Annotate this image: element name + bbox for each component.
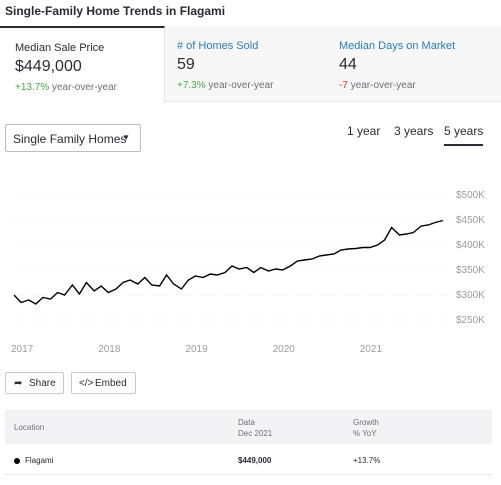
stat-value: 59 xyxy=(177,56,195,73)
table-header: Location Data Dec 2021 Growth % YoY xyxy=(5,410,492,444)
col-data: Data xyxy=(238,418,255,427)
stat-change-value: -7 xyxy=(339,80,348,91)
embed-button[interactable]: </> Embed xyxy=(71,372,136,394)
row-value: $449,000 xyxy=(238,456,272,465)
table-row: Flagami $449,000 +13.7% xyxy=(5,450,492,475)
y-tick-label: $250K xyxy=(456,315,485,326)
stat-change-value: +7.3% xyxy=(177,80,206,91)
share-label: Share xyxy=(29,378,56,389)
stat-median-sale-price[interactable]: Median Sale Price $449,000 +13.7% year-o… xyxy=(0,26,165,102)
col-growth: Growth xyxy=(353,418,379,427)
stat-change-value: +13.7% xyxy=(15,82,50,93)
stats-tabs: Median Sale Price $449,000 +13.7% year-o… xyxy=(0,26,501,102)
col-growth-sub: % YoY xyxy=(353,429,377,438)
stat-value: 44 xyxy=(339,56,357,73)
stat-value: $449,000 xyxy=(15,58,82,75)
stat-days-on-market[interactable]: Median Days on Market 44 -7 year-over-ye… xyxy=(327,26,501,102)
y-tick-label: $400K xyxy=(456,240,485,251)
stat-label: # of Homes Sold xyxy=(177,40,259,52)
share-icon: ➦ xyxy=(14,378,23,389)
page-title: Single-Family Home Trends in Flagami xyxy=(5,4,226,18)
stat-change-suffix: year-over-year xyxy=(350,80,416,91)
row-location: Flagami xyxy=(25,456,54,465)
range-1-year[interactable]: 1 year xyxy=(347,124,380,144)
share-button[interactable]: ➦ Share xyxy=(5,372,64,394)
x-tick-label: 2020 xyxy=(273,344,296,355)
y-tick-label: $300K xyxy=(456,290,485,301)
embed-label: Embed xyxy=(95,378,127,389)
col-data-sub: Dec 2021 xyxy=(238,429,273,438)
series-dot-icon xyxy=(14,458,20,464)
stat-change-suffix: year-over-year xyxy=(208,80,274,91)
col-location: Location xyxy=(14,423,45,432)
chevron-down-icon: ▼ xyxy=(122,133,130,142)
stat-change: +13.7% year-over-year xyxy=(15,82,117,93)
x-tick-label: 2018 xyxy=(98,344,121,355)
y-tick-label: $500K xyxy=(456,190,485,201)
price-trend-chart: $500K$450K$400K$350K$300K$250K 2017 2018 2… xyxy=(11,190,485,355)
home-type-select[interactable]: Single Family Homes ▼ xyxy=(5,124,141,152)
home-type-select-value: Single Family Homes xyxy=(13,132,127,146)
stat-change: -7 year-over-year xyxy=(339,80,416,91)
y-tick-label: $450K xyxy=(456,215,485,226)
x-tick-label: 2019 xyxy=(185,344,208,355)
range-5-years[interactable]: 5 years xyxy=(444,124,484,146)
series-line-median-price xyxy=(13,219,444,305)
x-tick-label: 2021 xyxy=(360,344,383,355)
x-tick-label: 2017 xyxy=(11,344,34,355)
code-icon: </> xyxy=(79,378,94,389)
row-growth: +13.7% xyxy=(353,456,381,465)
y-tick-label: $350K xyxy=(456,265,485,276)
stat-change: +7.3% year-over-year xyxy=(177,80,273,91)
stat-label: Median Sale Price xyxy=(15,42,105,54)
x-axis-ticks: 2017 2018 2019 2020 2021 xyxy=(11,344,382,355)
stat-change-suffix: year-over-year xyxy=(51,82,118,93)
range-3-years[interactable]: 3 years xyxy=(394,124,433,144)
y-axis-ticks: $500K $450K $400K $350K $300K $250K xyxy=(456,190,485,326)
stat-label: Median Days on Market xyxy=(339,40,456,52)
chart-grid xyxy=(14,194,450,321)
stat-homes-sold[interactable]: # of Homes Sold 59 +7.3% year-over-year xyxy=(165,26,327,102)
